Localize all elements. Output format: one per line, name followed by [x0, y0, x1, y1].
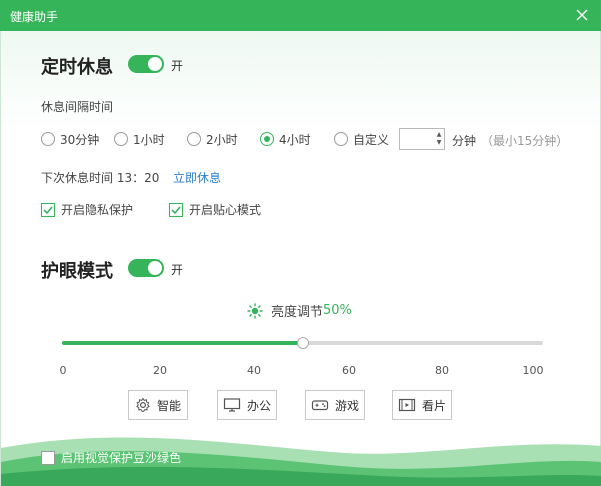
radio-label: 1小时: [133, 132, 165, 147]
scale-tick: 0: [59, 364, 67, 377]
toggle-knob: [148, 261, 162, 275]
radio-dot: [114, 132, 128, 146]
timed-rest-heading: 定时休息: [41, 57, 113, 78]
rest-now-link[interactable]: 立即休息: [173, 169, 221, 186]
radio-label: 30分钟: [60, 132, 100, 147]
custom-min-hint: （最小15分钟）: [481, 134, 569, 148]
checkmark-icon: [43, 205, 53, 214]
checkbox-box: [169, 202, 183, 217]
mode-office-button[interactable]: 办公: [217, 390, 277, 420]
eye-care-toggle-text: 开: [171, 263, 184, 277]
radio-30min[interactable]: 30分钟: [41, 130, 99, 148]
care-mode-checkbox[interactable]: 开启贴心模式: [169, 201, 261, 218]
mode-smart-button[interactable]: 智能: [128, 390, 188, 420]
scale-tick: 20: [153, 364, 167, 377]
green-protect-checkbox[interactable]: 启用视觉保护豆沙绿色: [41, 449, 181, 466]
scale-tick: 100: [522, 364, 544, 377]
monitor-icon: [223, 398, 241, 412]
mode-game-button[interactable]: 游戏: [305, 390, 365, 420]
next-rest-time: 下次休息时间 13：20: [41, 171, 160, 185]
toggle-knob: [148, 57, 162, 71]
radio-dot: [334, 132, 348, 146]
sun-icon: [247, 302, 263, 319]
custom-minutes-input[interactable]: [400, 129, 434, 149]
custom-unit-label: 分钟: [452, 134, 477, 148]
main-panel: 定时休息 开 休息间隔时间 30分钟 1小时 2小时 4小时 自定义 ▲ ▼ 分…: [0, 31, 601, 486]
brightness-slider-fill: [62, 341, 303, 345]
window-title: 健康助手: [10, 10, 59, 24]
title-bar: 健康助手: [0, 0, 601, 31]
scale-tick: 60: [342, 364, 356, 377]
mode-label: 游戏: [334, 398, 359, 413]
gear-icon: [136, 397, 150, 412]
brightness-row: 亮度调节 50%: [247, 301, 352, 320]
custom-minutes-stepper[interactable]: ▲ ▼: [399, 128, 445, 150]
radio-dot: [187, 132, 201, 146]
checkbox-box: [41, 450, 55, 465]
close-icon: [576, 9, 588, 21]
checkbox-label: 启用视觉保护豆沙绿色: [61, 451, 182, 465]
stepper-down-icon[interactable]: ▼: [437, 139, 442, 147]
radio-custom[interactable]: 自定义: [334, 130, 389, 148]
eye-care-toggle[interactable]: [128, 259, 164, 277]
stepper-up-icon[interactable]: ▲: [437, 131, 442, 139]
brightness-label: 亮度调节: [271, 305, 324, 320]
radio-dot: [41, 132, 55, 146]
brightness-value: 50%: [323, 303, 352, 318]
checkbox-label: 开启贴心模式: [189, 203, 262, 217]
eye-care-heading: 护眼模式: [41, 261, 113, 282]
scale-tick: 40: [247, 364, 261, 377]
scale-tick: 80: [435, 364, 449, 377]
mode-label: 看片: [421, 398, 446, 413]
radio-4hour[interactable]: 4小时: [260, 130, 311, 148]
checkbox-box: [41, 202, 55, 217]
timed-rest-toggle[interactable]: [128, 55, 164, 73]
checkmark-icon: [171, 205, 181, 214]
close-button[interactable]: [571, 4, 593, 26]
privacy-protect-checkbox[interactable]: 开启隐私保护: [41, 201, 133, 218]
checkbox-label: 开启隐私保护: [61, 203, 134, 217]
film-icon: [398, 398, 416, 412]
stepper-arrows[interactable]: ▲ ▼: [434, 129, 444, 149]
radio-1hour[interactable]: 1小时: [114, 130, 165, 148]
radio-2hour[interactable]: 2小时: [187, 130, 238, 148]
radio-dot-selected: [260, 132, 274, 146]
mode-movie-button[interactable]: 看片: [392, 390, 452, 420]
brightness-slider[interactable]: [62, 337, 543, 349]
mode-label: 智能: [156, 398, 181, 413]
brightness-slider-thumb[interactable]: [296, 337, 309, 349]
radio-label: 4小时: [279, 132, 311, 147]
mode-label: 办公: [246, 398, 271, 413]
interval-label: 休息间隔时间: [41, 100, 114, 114]
radio-label: 2小时: [206, 132, 238, 147]
gamepad-icon: [311, 400, 329, 411]
timed-rest-toggle-text: 开: [171, 59, 184, 73]
radio-label: 自定义: [353, 132, 390, 147]
